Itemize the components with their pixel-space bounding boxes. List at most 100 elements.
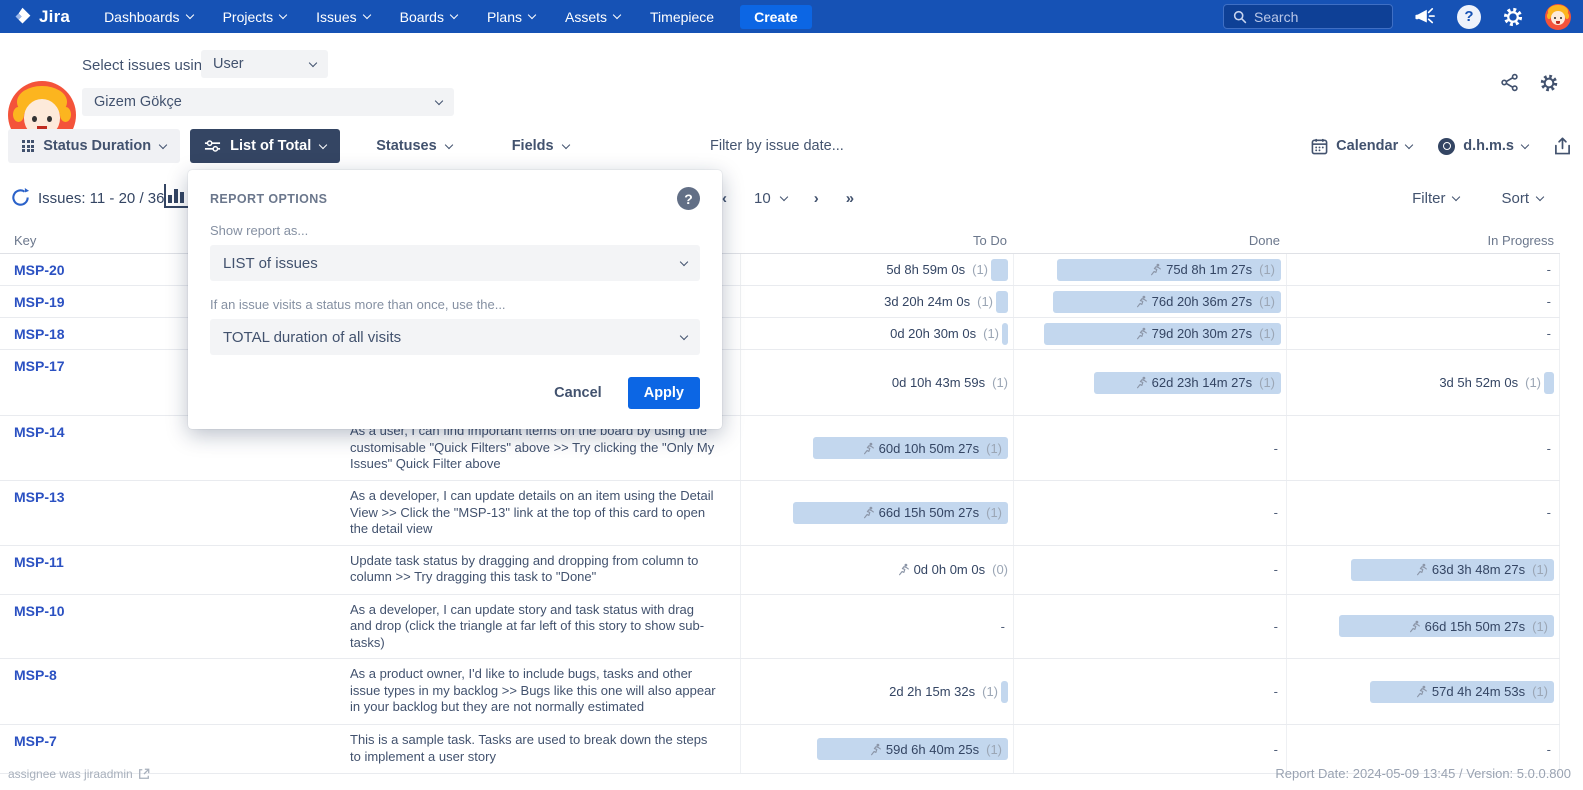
empty-duration: -: [1274, 684, 1281, 699]
duration-cell-todo: 2d 2h 15m 32s(1): [740, 659, 1013, 724]
duration-cell-done: -: [1013, 659, 1286, 724]
duration-format-icon: [1438, 138, 1455, 155]
duration-cell-inprogress: -: [1286, 318, 1560, 349]
refresh-icon[interactable]: [10, 187, 31, 208]
issue-key-link[interactable]: MSP-17: [14, 358, 65, 374]
date-filter-input[interactable]: Filter by issue date...: [710, 138, 844, 154]
nav-item-assets[interactable]: Assets: [565, 9, 620, 25]
sliders-icon: [204, 139, 221, 153]
report-header: Select issues using User Gizem Gökçe: [0, 33, 1583, 125]
duration-bar: 76d 20h 36m 27s(1): [1053, 291, 1281, 313]
announcements-icon[interactable]: [1414, 7, 1436, 27]
user-avatar[interactable]: [1545, 4, 1571, 30]
duration-bar: 62d 23h 14m 27s(1): [1094, 372, 1281, 394]
view-mode-button[interactable]: List of Total: [190, 129, 340, 163]
apply-button[interactable]: Apply: [628, 377, 700, 409]
duration-format-button[interactable]: d.h.m.s: [1438, 138, 1528, 155]
nav-item-boards[interactable]: Boards: [400, 9, 457, 25]
summary-cell: As a developer, I can update details on …: [350, 481, 740, 545]
nav-item-timepiece[interactable]: Timepiece: [650, 9, 714, 25]
duration-cell-inprogress: 63d 3h 48m 27s(1): [1286, 546, 1560, 594]
nav-item-projects[interactable]: Projects: [223, 9, 287, 25]
table-row: MSP-11Update task status by dragging and…: [0, 546, 1560, 595]
duration-cell-done: 62d 23h 14m 27s(1): [1013, 350, 1286, 415]
duration-cell-todo: -: [740, 595, 1013, 659]
issue-key-link[interactable]: MSP-7: [14, 733, 57, 749]
runner-icon: [869, 743, 882, 756]
footer-status: assignee was jiraadmin: [8, 767, 150, 781]
chevron-down-icon: [1536, 192, 1544, 200]
duration-cell-todo: 3d 20h 24m 0s(1): [740, 286, 1013, 317]
issue-key-link[interactable]: MSP-10: [14, 603, 65, 619]
key-cell: MSP-13: [0, 481, 350, 545]
external-link-icon[interactable]: [138, 768, 150, 780]
duration-cell-todo: 0d 20h 30m 0s(1): [740, 318, 1013, 349]
duration-bar: [991, 259, 1008, 281]
runner-icon: [1408, 620, 1421, 633]
empty-duration: -: [1001, 619, 1008, 634]
column-header-done: Done: [1013, 233, 1286, 248]
duration-cell-inprogress: -: [1286, 254, 1560, 285]
issue-key-link[interactable]: MSP-13: [14, 489, 65, 505]
nav-item-plans[interactable]: Plans: [487, 9, 535, 25]
fields-button[interactable]: Fields: [498, 129, 583, 163]
page-size-select[interactable]: 10: [754, 190, 787, 207]
calendar-button[interactable]: Calendar: [1311, 138, 1412, 155]
issue-source-select[interactable]: User: [201, 50, 328, 78]
jira-logo[interactable]: Jira: [12, 6, 70, 27]
next-page-button[interactable]: ›: [814, 190, 819, 207]
last-page-button[interactable]: »: [846, 190, 854, 207]
key-cell: MSP-11: [0, 546, 350, 594]
report-type-button[interactable]: Status Duration: [8, 129, 180, 163]
visits-label: If an issue visits a status more than on…: [210, 297, 700, 312]
duration-cell-inprogress: 66d 15h 50m 27s(1): [1286, 595, 1560, 659]
runner-icon: [1415, 563, 1428, 576]
report-settings-gear-icon[interactable]: [1539, 73, 1559, 93]
chart-view-icon[interactable]: [164, 184, 188, 208]
summary-cell: As a developer, I can update story and t…: [350, 595, 740, 659]
filter-button[interactable]: Filter: [1412, 190, 1459, 207]
duration-cell-todo: 60d 10h 50m 27s(1): [740, 416, 1013, 480]
jira-logo-icon: [12, 6, 33, 27]
issue-key-link[interactable]: MSP-18: [14, 326, 65, 342]
issue-key-link[interactable]: MSP-11: [14, 554, 64, 570]
nav-item-dashboards[interactable]: Dashboards: [104, 9, 193, 25]
issue-key-link[interactable]: MSP-14: [14, 424, 65, 440]
chevron-down-icon: [444, 140, 452, 148]
runner-icon: [862, 506, 875, 519]
chevron-down-icon: [362, 11, 370, 19]
modal-help-icon[interactable]: ?: [677, 187, 700, 210]
issue-key-link[interactable]: MSP-20: [14, 262, 65, 278]
create-button[interactable]: Create: [740, 5, 812, 29]
cancel-button[interactable]: Cancel: [554, 385, 602, 401]
search-icon: [1233, 10, 1247, 24]
column-header-inprogress: In Progress: [1286, 233, 1560, 248]
grid-icon: [22, 140, 34, 152]
nav-item-issues[interactable]: Issues: [316, 9, 369, 25]
help-icon[interactable]: ?: [1457, 5, 1481, 29]
export-icon[interactable]: [1554, 137, 1571, 156]
empty-duration: -: [1547, 505, 1554, 520]
duration-cell-todo: 0d 0h 0m 0s(0): [740, 546, 1013, 594]
share-icon[interactable]: [1500, 73, 1519, 93]
table-row: MSP-13 As a developer, I can update detai…: [0, 481, 1560, 546]
jira-logo-text: Jira: [39, 7, 70, 27]
duration-bar: [996, 291, 1008, 313]
chevron-down-icon: [561, 140, 569, 148]
key-cell: MSP-10: [0, 595, 350, 659]
visits-select[interactable]: TOTAL duration of all visits: [210, 319, 700, 355]
search-input[interactable]: Search: [1223, 4, 1393, 29]
show-report-select[interactable]: LIST of issues: [210, 245, 700, 281]
chevron-down-icon: [279, 11, 287, 19]
user-select[interactable]: Gizem Gökçe: [82, 88, 454, 116]
settings-gear-icon[interactable]: [1502, 6, 1524, 28]
report-toolbar: Status Duration List of Total Statuses F…: [0, 125, 1583, 167]
empty-duration: -: [1274, 619, 1281, 634]
duration-cell-done: -: [1013, 481, 1286, 545]
sort-button[interactable]: Sort: [1501, 190, 1543, 207]
prev-page-button[interactable]: ‹: [722, 190, 727, 207]
issue-key-link[interactable]: MSP-8: [14, 667, 57, 683]
issue-key-link[interactable]: MSP-19: [14, 294, 65, 310]
statuses-button[interactable]: Statuses: [362, 129, 465, 163]
runner-icon: [1135, 295, 1148, 308]
